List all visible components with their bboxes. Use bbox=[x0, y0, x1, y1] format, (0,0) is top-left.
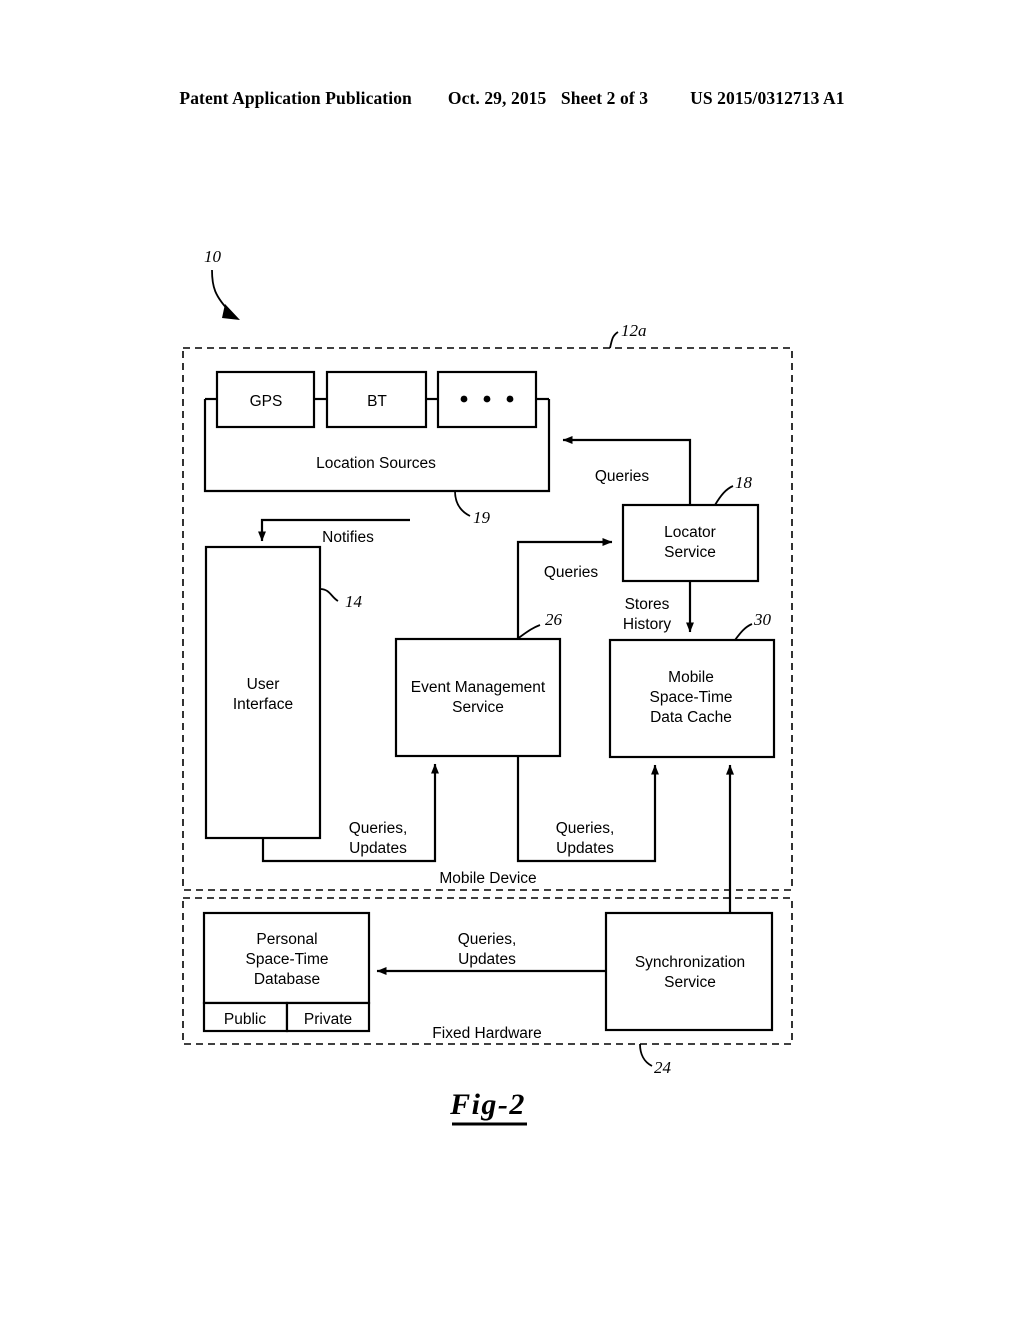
ellipsis-dot-2 bbox=[483, 395, 491, 403]
notifies-label: Notifies bbox=[322, 529, 374, 546]
ref-10-label: 10 bbox=[204, 247, 222, 266]
block-personal-database: Personal Space-Time Database Public Priv… bbox=[202, 911, 371, 1033]
user-interface-label-line2: Interface bbox=[233, 696, 293, 713]
cache-label-line1: Mobile bbox=[668, 669, 714, 686]
queries-locator-path bbox=[516, 538, 613, 639]
ems-queries-label-line2: Updates bbox=[556, 840, 614, 857]
sync-queries-label-line2: Updates bbox=[458, 951, 516, 968]
figure-2-diagram: 10 Mobile Device 12a Location Sources GP… bbox=[182, 247, 793, 1126]
personal-db-label-line1: Personal bbox=[256, 931, 317, 948]
figure-caption-text: Fig-2 bbox=[449, 1088, 526, 1121]
flow-queries-to-locator: Queries bbox=[516, 538, 613, 639]
patent-figure-page: Patent Application Publication Oct. 29, … bbox=[0, 0, 1024, 1320]
block-user-interface: User Interface 14 bbox=[204, 545, 363, 840]
ems-label-line2: Service bbox=[452, 699, 504, 716]
ref-18-label: 18 bbox=[735, 473, 753, 492]
event-management-service-box bbox=[394, 637, 562, 758]
sync-service-label-line1: Synchronization bbox=[635, 954, 745, 971]
ems-queries-label-line1: Queries, bbox=[556, 820, 615, 837]
ui-queries-label-line2: Updates bbox=[349, 840, 407, 857]
ref-12a-label: 12a bbox=[621, 321, 647, 340]
location-sources-label: Location Sources bbox=[316, 455, 436, 472]
ref-10-leader bbox=[211, 269, 233, 315]
ref-24-leader bbox=[639, 1043, 653, 1067]
locator-service-label-line1: Locator bbox=[664, 524, 716, 541]
ref-14-leader bbox=[319, 588, 339, 602]
ref-14-label: 14 bbox=[345, 592, 363, 611]
fixed-hardware-label: Fixed Hardware bbox=[432, 1025, 541, 1042]
queries-sources-label: Queries bbox=[595, 468, 650, 485]
cache-label-line2: Space-Time bbox=[650, 689, 733, 706]
ref-10-arrowhead bbox=[222, 304, 240, 320]
stores-history-label-line1: Stores bbox=[625, 596, 670, 613]
personal-db-label-line2: Space-Time bbox=[246, 951, 329, 968]
ref-18-leader bbox=[714, 485, 734, 506]
flow-queries-to-location-sources: Queries bbox=[562, 436, 692, 505]
personal-db-label-line3: Database bbox=[254, 971, 320, 988]
flow-notifies: Notifies bbox=[258, 518, 410, 546]
user-interface-label-line1: User bbox=[247, 676, 280, 693]
ref-19-leader bbox=[454, 490, 471, 517]
system-reference-callout: 10 bbox=[204, 247, 240, 320]
ref-24-label: 24 bbox=[654, 1058, 672, 1077]
stores-history-label-line2: History bbox=[623, 616, 671, 633]
bt-label: BT bbox=[367, 393, 387, 410]
ellipsis-dot-3 bbox=[506, 395, 514, 403]
ref-26-label: 26 bbox=[545, 610, 563, 629]
gps-label: GPS bbox=[250, 393, 283, 410]
block-event-management-service: Event Management Service 26 bbox=[394, 610, 563, 758]
personal-db-public-label: Public bbox=[224, 1011, 266, 1028]
sync-service-box bbox=[604, 911, 774, 1032]
sync-queries-label-line1: Queries, bbox=[458, 931, 517, 948]
flow-stores-history: Stores History bbox=[623, 581, 694, 633]
sync-service-label-line2: Service bbox=[664, 974, 716, 991]
ref-12a-leader bbox=[609, 331, 619, 349]
flow-sync-queries-updates: Queries, Updates bbox=[376, 931, 606, 975]
ref-30-label: 30 bbox=[753, 610, 772, 629]
locator-service-label-line2: Service bbox=[664, 544, 716, 561]
ems-label-line1: Event Management bbox=[411, 679, 546, 696]
ref-26-leader bbox=[516, 624, 541, 640]
block-location-sources: Location Sources GPS BT 19 bbox=[203, 370, 551, 527]
block-synchronization-service: Synchronization Service bbox=[604, 911, 774, 1032]
flow-ems-queries-updates: Queries, Updates bbox=[516, 756, 659, 863]
locator-service-box bbox=[621, 503, 760, 583]
ellipsis-dot-1 bbox=[460, 395, 468, 403]
figure-caption: Fig-2 bbox=[449, 1088, 527, 1126]
personal-db-private-label: Private bbox=[304, 1011, 352, 1028]
mobile-device-label: Mobile Device bbox=[439, 870, 536, 887]
queries-locator-label: Queries bbox=[544, 564, 599, 581]
ref-19-label: 19 bbox=[473, 508, 491, 527]
cache-label-line3: Data Cache bbox=[650, 709, 732, 726]
ref-30-leader bbox=[734, 623, 753, 641]
ui-queries-label-line1: Queries, bbox=[349, 820, 408, 837]
